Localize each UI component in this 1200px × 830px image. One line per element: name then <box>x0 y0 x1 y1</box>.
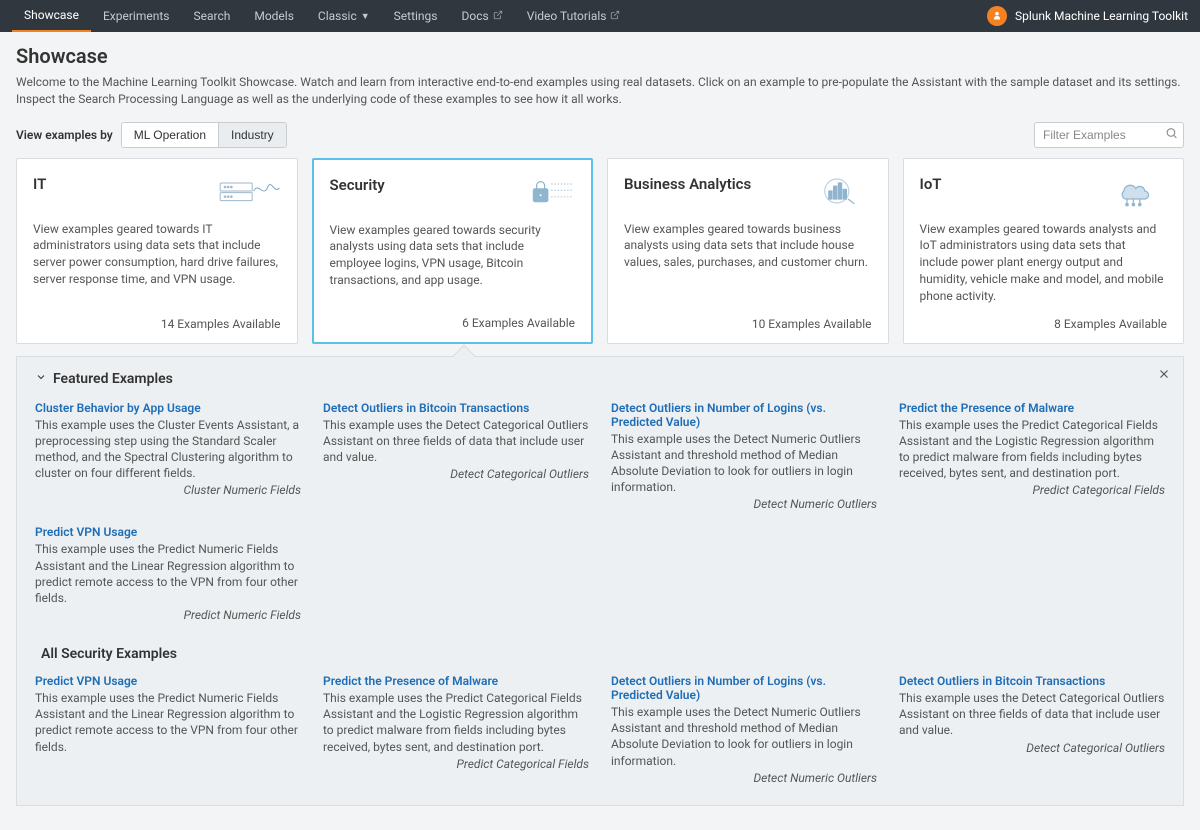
top-nav-right: Splunk Machine Learning Toolkit <box>987 6 1188 26</box>
example-item: Detect Outliers in Number of Logins (vs.… <box>611 674 877 785</box>
featured-panel: Featured Examples Cluster Behavior by Ap… <box>16 356 1184 806</box>
card-desc: View examples geared towards business an… <box>624 221 872 305</box>
example-tag: Predict Numeric Fields <box>35 608 301 622</box>
example-desc: This example uses the Detect Numeric Out… <box>611 704 877 769</box>
brand-label: Splunk Machine Learning Toolkit <box>1015 9 1188 23</box>
example-item: Detect Outliers in Bitcoin Transactions … <box>899 674 1165 785</box>
search-wrap <box>1034 122 1184 148</box>
cards-grid: IT View examples geared towards IT admin… <box>16 158 1184 344</box>
card-title: Security <box>330 176 385 194</box>
server-icon <box>217 175 281 207</box>
example-tag: Predict Categorical Fields <box>899 483 1165 497</box>
nav-settings[interactable]: Settings <box>382 0 450 32</box>
example-link[interactable]: Cluster Behavior by App Usage <box>35 401 201 415</box>
example-link[interactable]: Predict the Presence of Malware <box>899 401 1074 415</box>
example-link[interactable]: Detect Outliers in Bitcoin Transactions <box>899 674 1105 688</box>
example-tag: Detect Numeric Outliers <box>611 497 877 511</box>
card-desc: View examples geared towards IT administ… <box>33 221 281 305</box>
example-item: Predict VPN Usage This example uses the … <box>35 525 301 622</box>
example-tag: Detect Categorical Outliers <box>323 467 589 481</box>
example-tag: Cluster Numeric Fields <box>35 483 301 497</box>
cloud-icon <box>1103 175 1167 207</box>
example-item: Predict VPN Usage This example uses the … <box>35 674 301 785</box>
nav-classic[interactable]: Classic▼ <box>306 0 382 32</box>
card-business-analytics[interactable]: Business Analytics View examples geared … <box>607 158 889 344</box>
brand-icon <box>987 6 1007 26</box>
close-icon[interactable] <box>1157 367 1171 385</box>
example-item: Detect Outliers in Bitcoin Transactions … <box>323 401 589 512</box>
card-it[interactable]: IT View examples geared towards IT admin… <box>16 158 298 344</box>
example-desc: This example uses the Predict Numeric Fi… <box>35 690 301 755</box>
card-title: IoT <box>920 175 942 193</box>
lock-icon <box>511 176 575 208</box>
example-tag: Detect Categorical Outliers <box>899 741 1165 755</box>
example-desc: This example uses the Predict Numeric Fi… <box>35 541 301 606</box>
featured-heading-label: Featured Examples <box>53 371 173 387</box>
card-foot: 6 Examples Available <box>330 316 576 330</box>
seg-ml-operation[interactable]: ML Operation <box>122 123 218 147</box>
segmented-control: ML Operation Industry <box>121 122 287 148</box>
card-iot[interactable]: IoT View examples geared towards analyst… <box>903 158 1185 344</box>
card-security[interactable]: Security View examples geared towards se… <box>312 158 594 344</box>
example-link[interactable]: Detect Outliers in Bitcoin Transactions <box>323 401 529 415</box>
example-link[interactable]: Predict VPN Usage <box>35 525 137 539</box>
example-tag: Detect Numeric Outliers <box>611 771 877 785</box>
filter-label: View examples by <box>16 128 113 142</box>
chart-icon <box>808 175 872 207</box>
card-desc: View examples geared towards analysts an… <box>920 221 1168 305</box>
featured-grid: Cluster Behavior by App Usage This examp… <box>35 401 1165 623</box>
chevron-down-icon <box>35 371 47 387</box>
all-examples-heading: All Security Examples <box>41 646 1165 662</box>
seg-industry[interactable]: Industry <box>218 123 286 147</box>
card-desc: View examples geared towards security an… <box>330 222 576 304</box>
example-link[interactable]: Predict VPN Usage <box>35 674 137 688</box>
filter-left: View examples by ML Operation Industry <box>16 122 287 148</box>
nav-models[interactable]: Models <box>242 0 306 32</box>
example-item: Predict the Presence of Malware This exa… <box>899 401 1165 512</box>
external-link-icon <box>493 9 503 23</box>
example-desc: This example uses the Detect Categorical… <box>323 417 589 466</box>
external-link-icon <box>610 9 620 23</box>
nav-docs[interactable]: Docs <box>450 0 515 32</box>
example-desc: This example uses the Cluster Events Ass… <box>35 417 301 482</box>
top-nav: Showcase Experiments Search Models Class… <box>0 0 1200 32</box>
panel-pointer <box>453 344 476 367</box>
top-nav-left: Showcase Experiments Search Models Class… <box>12 0 632 32</box>
nav-search[interactable]: Search <box>181 0 242 32</box>
card-foot: 14 Examples Available <box>33 317 281 331</box>
featured-heading[interactable]: Featured Examples <box>35 371 1165 387</box>
page-body: Showcase Welcome to the Machine Learning… <box>0 32 1200 830</box>
example-desc: This example uses the Detect Numeric Out… <box>611 431 877 496</box>
page-subtitle: Welcome to the Machine Learning Toolkit … <box>16 74 1184 108</box>
nav-experiments[interactable]: Experiments <box>91 0 182 32</box>
card-foot: 10 Examples Available <box>624 317 872 331</box>
all-grid: Predict VPN Usage This example uses the … <box>35 674 1165 785</box>
page-title: Showcase <box>16 44 1184 68</box>
example-desc: This example uses the Predict Categorica… <box>899 417 1165 482</box>
caret-down-icon: ▼ <box>361 11 370 22</box>
example-tag: Predict Categorical Fields <box>323 757 589 771</box>
example-item: Detect Outliers in Number of Logins (vs.… <box>611 401 877 512</box>
example-link[interactable]: Detect Outliers in Number of Logins (vs.… <box>611 674 877 702</box>
nav-showcase[interactable]: Showcase <box>12 0 91 32</box>
card-title: Business Analytics <box>624 175 751 193</box>
filter-input[interactable] <box>1034 122 1184 148</box>
card-title: IT <box>33 175 46 193</box>
example-item: Predict the Presence of Malware This exa… <box>323 674 589 785</box>
example-link[interactable]: Predict the Presence of Malware <box>323 674 498 688</box>
example-desc: This example uses the Predict Categorica… <box>323 690 589 755</box>
search-icon <box>1165 126 1178 143</box>
example-desc: This example uses the Detect Categorical… <box>899 690 1165 739</box>
example-link[interactable]: Detect Outliers in Number of Logins (vs.… <box>611 401 877 429</box>
nav-video[interactable]: Video Tutorials <box>515 0 633 32</box>
example-item: Cluster Behavior by App Usage This examp… <box>35 401 301 512</box>
card-foot: 8 Examples Available <box>920 317 1168 331</box>
filter-row: View examples by ML Operation Industry <box>16 122 1184 148</box>
